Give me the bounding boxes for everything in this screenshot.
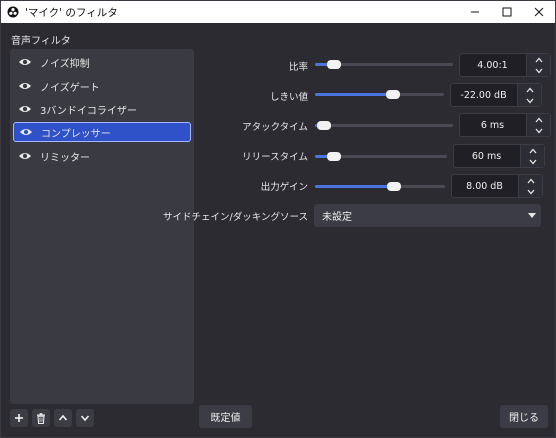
maximize-icon [502,7,512,17]
ratio-label: 比率 [288,62,308,73]
filter-item-compressor[interactable]: コンプレッサー [13,122,191,142]
add-filter-button[interactable] [10,409,28,427]
output-gain-spinbox[interactable]: 8.00 dB [451,174,543,198]
maximize-button[interactable] [491,1,523,23]
ratio-decrement-button[interactable] [527,65,551,76]
output-gain-value: 8.00 dB [466,180,503,192]
threshold-spinbox[interactable]: -22.00 dB [450,83,542,107]
output-gain-slider-fill [315,185,394,188]
filter-list: ノイズ抑制 ノイズゲート 3バンドイコライザー コンプレッサー リミッター [10,49,194,404]
threshold-slider[interactable] [315,90,444,99]
ratio-spinbox[interactable]: 4.00:1 [459,53,551,77]
chevron-up-icon [527,178,535,183]
ratio-slider-handle[interactable] [327,60,341,69]
attack-spinbox[interactable]: 6 ms [459,113,551,137]
output-gain-decrement-button[interactable] [519,186,543,197]
sidechain-source-select[interactable]: 未設定 [314,204,541,227]
chevron-up-icon [535,57,543,62]
threshold-slider-fill [315,93,393,96]
chevron-down-icon [527,189,535,194]
move-down-button[interactable] [76,409,94,427]
threshold-increment-button[interactable] [518,84,542,95]
filter-item-limiter[interactable]: リミッター [13,146,191,166]
filters-window: 'マイク' のフィルタ 音声フィルタ ノイズ抑制 ノイズゲート 3バンドイコライ… [0,0,556,438]
release-label: リリースタイム [242,152,308,163]
defaults-button[interactable]: 既定値 [199,405,252,428]
release-increment-button[interactable] [521,145,545,156]
filter-item-label: リミッター [40,152,90,164]
trash-icon [37,412,45,424]
eye-icon[interactable] [18,149,32,163]
minimize-button[interactable] [459,1,491,23]
attack-label: アタックタイム [242,122,308,133]
dropdown-arrow-icon [523,204,541,227]
close-icon [534,7,544,17]
sidechain-source-value: 未設定 [322,212,352,223]
chevron-down-icon [535,68,543,73]
output-gain-slider[interactable] [315,182,445,191]
release-slider-handle[interactable] [327,152,341,161]
attack-value: 6 ms [480,119,505,131]
eye-icon[interactable] [18,55,32,69]
window-title: 'マイク' のフィルタ [25,6,118,19]
chevron-down-icon [535,128,543,133]
threshold-label: しきい値 [269,92,308,103]
output-gain-increment-button[interactable] [519,175,543,186]
filter-item-3band-eq[interactable]: 3バンドイコライザー [13,99,191,119]
threshold-value: -22.00 dB [460,89,507,101]
chevron-down-icon [526,98,534,103]
filter-item-label: ノイズゲート [40,82,100,94]
eye-icon[interactable] [19,125,33,139]
filter-item-noise-suppression[interactable]: ノイズ抑制 [13,52,191,72]
release-slider[interactable] [315,152,447,161]
release-value: 60 ms [471,150,502,162]
close-window-button[interactable] [523,1,555,23]
chevron-down-icon [80,415,90,422]
move-up-button[interactable] [54,409,72,427]
attack-increment-button[interactable] [527,114,551,125]
release-spinbox[interactable]: 60 ms [453,144,545,168]
output-gain-label: 出力ゲイン [260,182,308,193]
close-button[interactable]: 閉じる [500,405,548,428]
audio-filters-label: 音声フィルタ [11,36,71,47]
attack-slider-handle[interactable] [317,121,331,130]
filter-item-noise-gate[interactable]: ノイズゲート [13,76,191,96]
release-decrement-button[interactable] [521,156,545,167]
threshold-slider-handle[interactable] [386,90,400,99]
sidechain-label: サイドチェイン/ダッキングソース [163,212,308,223]
chevron-down-icon [529,159,537,164]
chevron-up-icon [526,87,534,92]
eye-icon[interactable] [18,79,32,93]
filter-item-label: コンプレッサー [41,128,111,140]
ratio-increment-button[interactable] [527,54,551,65]
chevron-up-icon [535,117,543,122]
filter-item-label: ノイズ抑制 [40,58,90,70]
attack-decrement-button[interactable] [527,125,551,136]
eye-icon[interactable] [18,102,32,116]
threshold-decrement-button[interactable] [518,95,542,106]
output-gain-slider-handle[interactable] [387,182,401,191]
minimize-icon [471,11,479,13]
ratio-slider[interactable] [315,60,453,69]
title-bar: 'マイク' のフィルタ [1,1,555,23]
ratio-value: 4.00:1 [477,59,508,71]
filter-item-label: 3バンドイコライザー [40,105,137,117]
attack-slider[interactable] [315,121,453,130]
obs-logo-icon [7,6,19,18]
remove-filter-button[interactable] [32,409,50,427]
chevron-up-icon [529,148,537,153]
plus-icon [15,414,23,422]
chevron-up-icon [58,414,68,421]
